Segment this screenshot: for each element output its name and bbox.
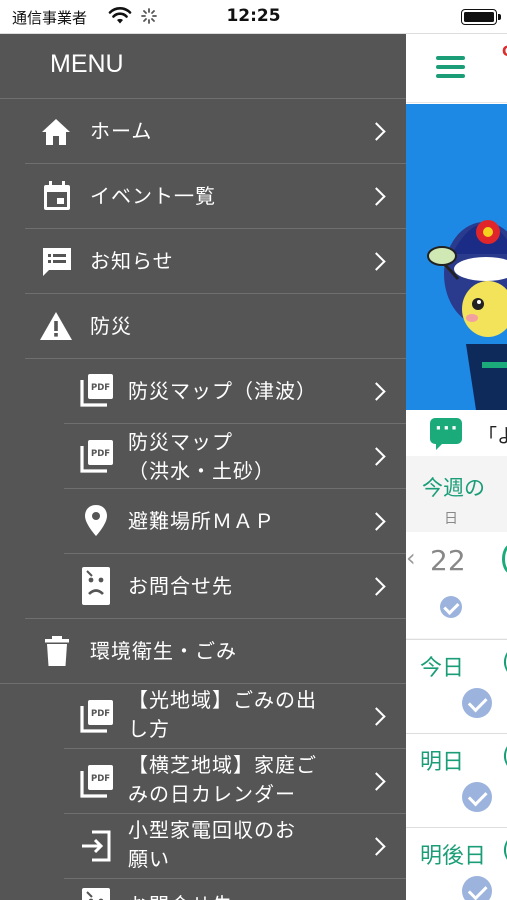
menu-item-label: 小型家電回収のお	[128, 818, 296, 842]
contact-icon	[82, 888, 110, 900]
warning-icon	[40, 312, 72, 340]
menu-item-label-line2: し方	[128, 717, 170, 741]
menu-item-label: 防災マップ	[128, 430, 233, 454]
check-circle-icon	[462, 782, 492, 812]
status-time: 12:25	[226, 6, 281, 26]
weekly-schedule: 今週の 日 ‹ 22 今日 ( 明日 ( 明後日 (	[406, 456, 507, 900]
day-paren: (	[502, 744, 507, 769]
exit-arrow-icon	[82, 830, 111, 862]
drawer-header: MENU	[0, 34, 406, 99]
day-row-day-after[interactable]: 明後日 (	[406, 827, 507, 900]
day-label: 今日	[420, 656, 465, 681]
chevron-right-icon	[370, 578, 384, 592]
logo-fragment: C	[502, 44, 507, 60]
menu-section-disaster[interactable]: 防災	[0, 294, 406, 359]
week-title: 今週の	[422, 476, 485, 500]
chevron-right-icon	[370, 253, 384, 267]
chevron-right-icon	[370, 188, 384, 202]
menu-item-label-line2: みの日カレンダー	[128, 782, 296, 806]
chevron-right-icon	[370, 383, 384, 397]
chevron-right-icon	[370, 513, 384, 527]
pdf-icon: PDF	[80, 765, 113, 798]
chevron-right-icon	[370, 838, 384, 852]
mascot-illustration	[406, 104, 507, 410]
menu-item-label: 【横芝地域】家庭ご	[128, 753, 317, 777]
menu-item-news[interactable]: お知らせ	[0, 229, 406, 294]
drawer-title: MENU	[50, 50, 124, 78]
date-number: 22	[430, 544, 466, 577]
day-row-tomorrow[interactable]: 明日 (	[406, 733, 507, 827]
mascot-banner[interactable]	[406, 104, 507, 410]
svg-text:PDF: PDF	[91, 449, 110, 459]
date-row[interactable]: ‹ 22	[406, 532, 507, 638]
week-day-header: 日	[444, 511, 458, 527]
main-header: C	[406, 34, 507, 103]
battery-icon	[461, 9, 501, 25]
check-circle-icon	[462, 688, 492, 718]
main-content: C 「よ 今週の 日 ‹ 22	[406, 34, 507, 900]
menu-item-label: 防災マップ（津波）	[128, 379, 317, 403]
notice-bar[interactable]: 「よ	[406, 412, 507, 454]
menu-item-label: 避難場所ＭＡＰ	[128, 509, 275, 533]
check-circle-icon	[440, 596, 462, 618]
pdf-icon: PDF	[80, 374, 113, 407]
svg-text:PDF: PDF	[91, 709, 110, 719]
home-icon	[42, 119, 70, 145]
notice-text: 「よ	[478, 425, 507, 447]
menu-item-disaster-map-tsunami[interactable]: PDF 防災マップ（津波）	[0, 359, 406, 424]
pdf-icon: PDF	[80, 440, 113, 473]
menu-item-evacuation-map[interactable]: 避難場所ＭＡＰ	[0, 489, 406, 554]
menu-item-hikari-garbage[interactable]: PDF 【光地域】ごみの出 し方	[0, 684, 406, 749]
today-circle-icon	[502, 544, 507, 574]
menu-item-label: お問合せ先	[128, 891, 233, 900]
trash-icon	[45, 636, 69, 666]
chat-bubble-icon	[430, 418, 462, 450]
contact-icon	[82, 567, 110, 605]
calendar-icon	[44, 181, 70, 210]
menu-section-environment[interactable]: 環境衛生・ごみ	[0, 619, 406, 684]
svg-text:PDF: PDF	[91, 383, 110, 393]
menu-item-yokoshiba-calendar[interactable]: PDF 【横芝地域】家庭ご みの日カレンダー	[0, 749, 406, 814]
chevron-right-icon	[370, 773, 384, 787]
chevron-right-icon	[370, 123, 384, 137]
menu-item-label-line2: 願い	[128, 847, 170, 871]
chevron-right-icon	[370, 448, 384, 462]
menu-item-label: 【光地域】ごみの出	[128, 688, 317, 712]
message-list-icon	[43, 248, 71, 276]
pdf-icon: PDF	[80, 700, 113, 733]
side-drawer: MENU ホーム イベント一覧 お知らせ 防災 PDF 防災マップ（津波） PD…	[0, 34, 406, 900]
day-paren: (	[502, 650, 507, 675]
day-label: 明後日	[420, 844, 487, 869]
day-paren: (	[502, 838, 507, 863]
status-bar: 通信事業者 12:25	[0, 0, 507, 34]
menu-item-label: 環境衛生・ごみ	[90, 639, 237, 663]
menu-item-environment-contact[interactable]: お問合せ先	[0, 879, 406, 900]
menu-item-events[interactable]: イベント一覧	[0, 164, 406, 229]
check-circle-icon	[462, 876, 492, 900]
day-label: 明日	[420, 750, 465, 775]
hamburger-menu-icon[interactable]	[436, 56, 465, 78]
day-row-today[interactable]: 今日 (	[406, 639, 507, 733]
menu-item-label-line2: （洪水・土砂）	[128, 459, 275, 483]
menu-item-label: お知らせ	[90, 249, 174, 273]
svg-text:PDF: PDF	[91, 774, 110, 784]
chevron-left-icon[interactable]: ‹	[406, 544, 416, 572]
menu-item-appliance-recycling[interactable]: 小型家電回収のお 願い	[0, 814, 406, 879]
menu-item-label: お問合せ先	[128, 574, 233, 598]
menu-item-label: イベント一覧	[90, 184, 216, 208]
menu-item-label: ホーム	[90, 119, 153, 143]
location-pin-icon	[85, 505, 107, 536]
menu-item-disaster-contact[interactable]: お問合せ先	[0, 554, 406, 619]
chevron-right-icon	[370, 708, 384, 722]
menu-item-label: 防災	[90, 314, 132, 338]
menu-item-home[interactable]: ホーム	[0, 99, 406, 164]
menu-item-disaster-map-flood[interactable]: PDF 防災マップ （洪水・土砂）	[0, 424, 406, 489]
